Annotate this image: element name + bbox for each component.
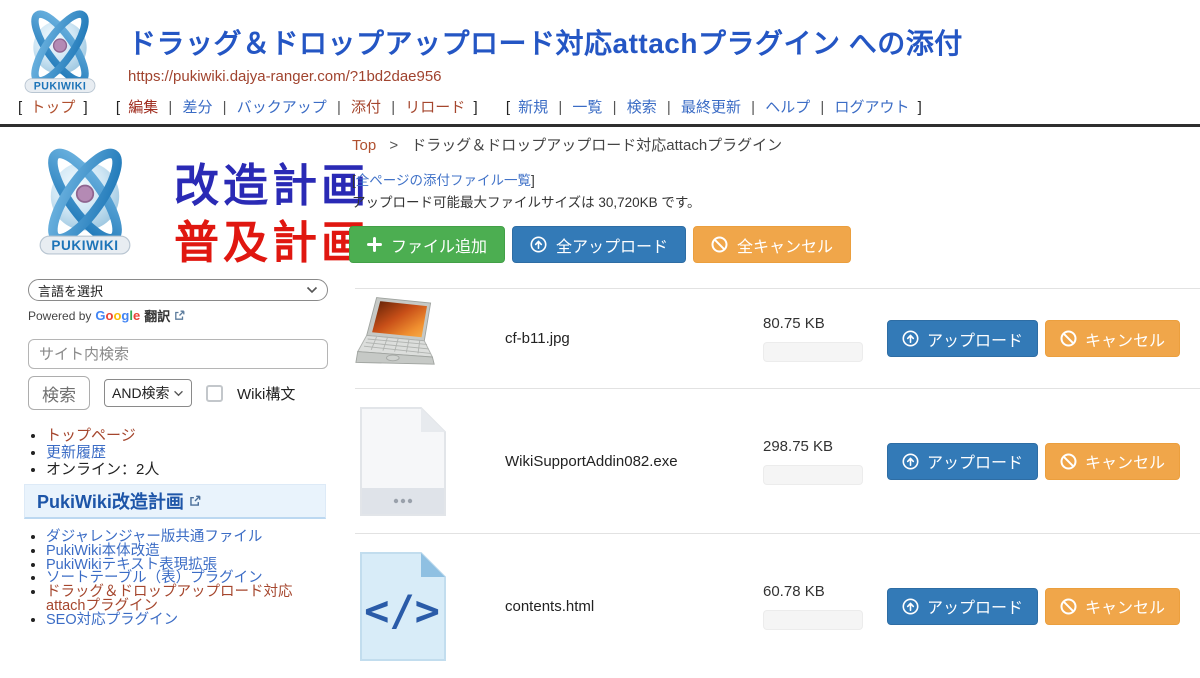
- svg-text:PUKIWIKI: PUKIWIKI: [34, 80, 86, 92]
- laptop-photo-thumbnail: [355, 294, 445, 384]
- ban-icon: [711, 236, 728, 253]
- list-item: トップページ: [46, 427, 159, 444]
- upload-progress-bar: [763, 465, 863, 485]
- upload-button[interactable]: アップロード: [887, 320, 1038, 357]
- language-select[interactable]: 言語を選択: [28, 279, 328, 301]
- file-size: 60.78 KB: [763, 583, 883, 600]
- sidebar: PUKIWIKI 改造計画 普及計画 言語を選択 Powered by Goog…: [0, 127, 346, 630]
- wiki-syntax-checkbox[interactable]: [206, 385, 223, 402]
- top-navigation: [ トップ ] [ 編集 | 差分 | バックアップ | 添付 | リロード ]…: [14, 96, 942, 117]
- sidebar-quick-links: トップページ 更新履歴 オンライン：2人: [46, 427, 159, 478]
- breadcrumb: Top > ドラッグ＆ドロップアップロード対応attachプラグイン: [352, 134, 782, 155]
- nav-item-backup[interactable]: バックアップ: [237, 99, 327, 116]
- html-file-icon: </>: [355, 549, 450, 664]
- site-banner-text: 改造計画 普及計画: [174, 157, 370, 271]
- upload-circle-icon: [902, 598, 919, 615]
- file-name: contents.html: [505, 598, 763, 615]
- upload-toolbar: ファイル追加 全アップロード 全キャンセル: [349, 226, 851, 263]
- page-title: ドラッグ＆ドロップアップロード対応attachプラグイン への添付: [128, 22, 963, 62]
- upload-progress-bar: [763, 342, 863, 362]
- nav-item-top[interactable]: トップ: [30, 99, 75, 116]
- sidebar-section-heading[interactable]: PukiWiki改造計画: [24, 484, 326, 519]
- svg-text:PUKIWIKI: PUKIWIKI: [51, 238, 118, 253]
- upload-all-button[interactable]: 全アップロード: [512, 226, 686, 263]
- svg-text:</>: </>: [364, 586, 440, 635]
- cancel-all-button[interactable]: 全キャンセル: [693, 226, 851, 263]
- table-row: </> contents.html 60.78 KB アップロード キャンセル: [355, 533, 1200, 678]
- list-item: 更新履歴: [46, 444, 159, 461]
- list-item: SEO対応プラグイン: [46, 614, 328, 628]
- breadcrumb-current-page: ドラッグ＆ドロップアップロード対応attachプラグイン: [411, 137, 782, 154]
- file-name: cf-b11.jpg: [505, 330, 763, 347]
- cancel-button[interactable]: キャンセル: [1045, 588, 1180, 625]
- translate-link[interactable]: 翻訳: [144, 306, 170, 325]
- ban-icon: [1060, 453, 1077, 470]
- nav-item-recent[interactable]: 最終更新: [681, 99, 741, 116]
- attach-file-list-line: [全ページの添付ファイル一覧]: [352, 169, 535, 189]
- header: PUKIWIKI ドラッグ＆ドロップアップロード対応attachプラグイン への…: [0, 0, 1200, 124]
- sidebar-item-dragdrop-attach[interactable]: ドラッグ＆ドロップアップロード対応attachプラグイン: [46, 584, 293, 614]
- generic-file-icon: [355, 404, 450, 519]
- site-search-input[interactable]: [28, 339, 328, 369]
- upload-circle-icon: [530, 236, 547, 253]
- google-wordmark: Google: [95, 308, 140, 323]
- file-size: 298.75 KB: [763, 438, 883, 455]
- nav-item-reload[interactable]: リロード: [405, 99, 465, 116]
- list-item: ドラッグ＆ドロップアップロード対応attachプラグイン: [46, 586, 328, 614]
- table-row: cf-b11.jpg 80.75 KB アップロード キャンセル: [355, 288, 1200, 388]
- table-row: WikiSupportAddin082.exe 298.75 KB アップロード…: [355, 388, 1200, 533]
- external-link-icon: [189, 495, 201, 507]
- main-content: Top > ドラッグ＆ドロップアップロード対応attachプラグイン [全ページ…: [347, 127, 1200, 630]
- nav-item-attach[interactable]: 添付: [351, 99, 381, 116]
- nav-item-search[interactable]: 検索: [627, 99, 657, 116]
- upload-button[interactable]: アップロード: [887, 443, 1038, 480]
- external-link-icon: [174, 310, 185, 321]
- chevron-down-icon: [306, 286, 318, 294]
- upload-circle-icon: [902, 453, 919, 470]
- nav-item-diff[interactable]: 差分: [182, 99, 212, 116]
- breadcrumb-home-link[interactable]: Top: [352, 137, 376, 154]
- sidebar-item-seo-plugin[interactable]: SEO対応プラグイン: [46, 612, 178, 628]
- upload-file-list: cf-b11.jpg 80.75 KB アップロード キャンセル: [355, 288, 1200, 678]
- ban-icon: [1060, 598, 1077, 615]
- upload-circle-icon: [902, 330, 919, 347]
- add-file-button[interactable]: ファイル追加: [349, 226, 505, 263]
- nav-item-edit[interactable]: 編集: [128, 99, 158, 116]
- ban-icon: [1060, 330, 1077, 347]
- sidebar-item-top-page[interactable]: トップページ: [46, 427, 136, 444]
- search-mode-select[interactable]: AND検索: [104, 379, 192, 407]
- list-item: オンライン：2人: [46, 461, 159, 478]
- nav-item-logout[interactable]: ログアウト: [834, 99, 909, 116]
- cancel-button[interactable]: キャンセル: [1045, 320, 1180, 357]
- nav-item-list[interactable]: 一覧: [572, 99, 602, 116]
- chevron-down-icon: [173, 390, 184, 397]
- sidebar-item-online-count: オンライン：2人: [46, 461, 159, 478]
- upload-progress-bar: [763, 610, 863, 630]
- nav-item-new[interactable]: 新規: [518, 99, 548, 116]
- plus-icon: [367, 237, 382, 252]
- page-url-link[interactable]: https://pukiwiki.dajya-ranger.com/?1bd2d…: [128, 68, 442, 85]
- all-pages-attach-list-link[interactable]: 全ページの添付ファイル一覧: [356, 173, 531, 188]
- sidebar-site-logo[interactable]: PUKIWIKI 改造計画 普及計画: [26, 143, 326, 265]
- wiki-syntax-label: Wiki構文: [237, 383, 295, 404]
- sidebar-plugin-links: ダジャレンジャー版共通ファイル PukiWiki本体改造 PukiWikiテキス…: [46, 531, 328, 628]
- cancel-button[interactable]: キャンセル: [1045, 443, 1180, 480]
- max-upload-size-text: アップロード可能最大ファイルサイズは 30,720KB です。: [352, 191, 701, 211]
- powered-by-google-translate: Powered by Google 翻訳: [28, 306, 185, 325]
- sidebar-item-recent-changes[interactable]: 更新履歴: [46, 444, 106, 461]
- pukiwiki-atom-logo-icon: PUKIWIKI: [26, 143, 144, 261]
- pukiwiki-atom-logo-icon[interactable]: PUKIWIKI: [14, 6, 106, 98]
- upload-button[interactable]: アップロード: [887, 588, 1038, 625]
- file-size: 80.75 KB: [763, 315, 883, 332]
- file-name: WikiSupportAddin082.exe: [505, 453, 763, 470]
- search-button[interactable]: 検索: [28, 376, 90, 410]
- nav-item-help[interactable]: ヘルプ: [765, 99, 810, 116]
